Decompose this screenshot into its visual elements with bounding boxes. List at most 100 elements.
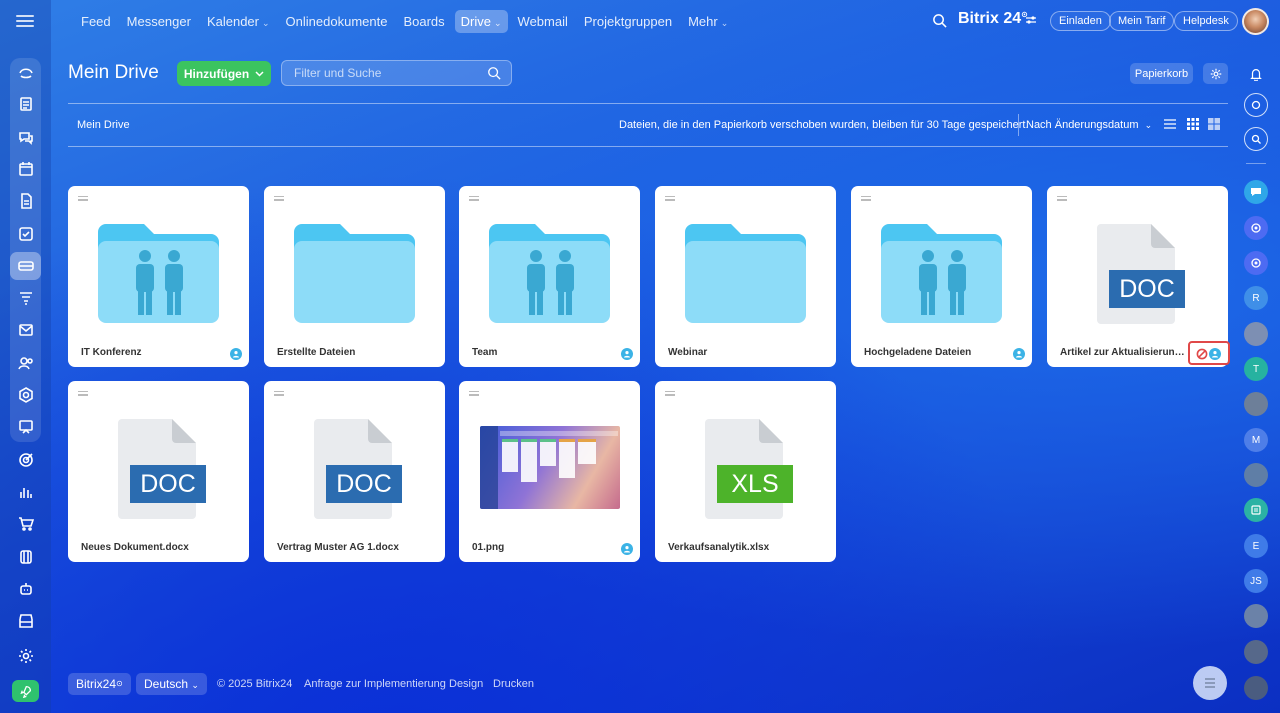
nav-more[interactable]: Mehr ⌄ xyxy=(682,10,734,33)
invite-button[interactable]: Einladen xyxy=(1050,11,1111,31)
chat-bubble-icon[interactable] xyxy=(1244,180,1268,204)
large-tiles-icon[interactable] xyxy=(1207,117,1221,131)
nav-calendar[interactable]: Kalender ⌄ xyxy=(201,10,276,33)
drag-handle-icon[interactable] xyxy=(665,391,675,398)
presentation-icon[interactable] xyxy=(10,413,41,441)
file-card[interactable]: DOC Neues Dokument.docx xyxy=(68,381,249,562)
file-card[interactable]: 01.png xyxy=(459,381,640,562)
folder-icon xyxy=(685,224,806,323)
drag-handle-icon[interactable] xyxy=(78,391,88,398)
robot-icon[interactable] xyxy=(10,575,41,603)
settings-button[interactable] xyxy=(1203,63,1228,84)
chat-icon[interactable] xyxy=(10,123,41,151)
rocket-icon[interactable] xyxy=(12,680,39,702)
drag-handle-icon[interactable] xyxy=(469,196,479,203)
copilot-chat-icon[interactable] xyxy=(1244,216,1268,240)
file-name: Vertrag Muster AG 1.docx xyxy=(277,542,399,553)
shared-folder-icon xyxy=(98,224,219,323)
contacts-icon[interactable] xyxy=(10,349,41,377)
breadcrumb[interactable]: Mein Drive xyxy=(77,119,130,131)
search-icon[interactable] xyxy=(932,13,947,28)
drag-handle-icon[interactable] xyxy=(665,196,675,203)
grid-view-icon[interactable] xyxy=(1186,117,1200,131)
filter-search-input[interactable] xyxy=(281,60,512,86)
funnel-icon[interactable] xyxy=(10,284,41,312)
add-button[interactable]: Hinzufügen xyxy=(177,61,271,86)
file-card[interactable]: Hochgeladene Dateien xyxy=(851,186,1032,367)
nav-feed[interactable]: Feed xyxy=(75,10,117,33)
hexagon-icon[interactable] xyxy=(10,381,41,409)
nav-drive[interactable]: Drive ⌄ xyxy=(454,9,508,33)
nav-messenger[interactable]: Messenger xyxy=(121,10,197,33)
contact-avatar[interactable]: T xyxy=(1244,357,1268,381)
mail-icon[interactable] xyxy=(10,316,41,344)
helpdesk-button[interactable]: Helpdesk xyxy=(1174,11,1238,31)
target-icon[interactable] xyxy=(10,446,41,474)
file-card[interactable]: IT Konferenz xyxy=(68,186,249,367)
file-card[interactable]: DOC Vertrag Muster AG 1.docx xyxy=(264,381,445,562)
footer-link-design[interactable]: Design xyxy=(449,678,483,690)
chevron-down-icon: ⌄ xyxy=(494,17,502,28)
chevron-down-icon: ⌄ xyxy=(1144,120,1153,130)
nav-webmail[interactable]: Webmail xyxy=(512,10,574,33)
file-card[interactable]: Erstellte Dateien xyxy=(264,186,445,367)
document-icon[interactable] xyxy=(10,187,41,215)
activity-stream-icon[interactable] xyxy=(10,59,41,87)
file-card[interactable]: Team xyxy=(459,186,640,367)
trash-button[interactable]: Papierkorb xyxy=(1130,63,1193,84)
list-view-icon[interactable] xyxy=(1163,117,1177,131)
contact-avatar-photo[interactable] xyxy=(1244,640,1268,664)
plan-button[interactable]: Mein Tarif xyxy=(1109,11,1175,31)
user-avatar[interactable] xyxy=(1242,8,1269,35)
calendar-icon[interactable] xyxy=(10,155,41,183)
blocked-icon[interactable] xyxy=(1196,348,1208,360)
chevron-down-icon: ⌄ xyxy=(262,17,270,28)
store-icon[interactable] xyxy=(10,607,41,635)
nav-online-docs[interactable]: Onlinedokumente xyxy=(280,10,394,33)
contact-avatar[interactable]: M xyxy=(1244,428,1268,452)
search-icon[interactable] xyxy=(487,66,501,80)
contact-avatar[interactable]: JS xyxy=(1244,569,1268,593)
contact-avatar-photo[interactable] xyxy=(1244,322,1268,346)
sort-select[interactable]: Nach Änderungsdatum ⌄ xyxy=(1026,119,1152,131)
shared-folder-icon xyxy=(881,224,1002,323)
footer-brand[interactable]: Bitrix24⊙ xyxy=(68,673,131,695)
cart-icon[interactable] xyxy=(10,510,41,538)
shared-user-icon xyxy=(1209,348,1221,360)
contact-avatar-photo[interactable] xyxy=(1244,463,1268,487)
footer-link-print[interactable]: Drucken xyxy=(493,678,534,690)
bell-icon[interactable] xyxy=(1244,62,1268,86)
tasks-icon[interactable] xyxy=(10,220,41,248)
group-chat-icon[interactable] xyxy=(1244,498,1268,522)
contact-avatar-photo[interactable] xyxy=(1244,392,1268,416)
copilot-chat-icon[interactable] xyxy=(1244,251,1268,275)
drag-handle-icon[interactable] xyxy=(469,391,479,398)
file-card[interactable]: XLS Verkaufsanalytik.xlsx xyxy=(655,381,836,562)
toggle-icon[interactable] xyxy=(1025,15,1037,25)
news-icon[interactable] xyxy=(10,90,41,118)
drag-handle-icon[interactable] xyxy=(274,391,284,398)
file-card[interactable]: Webinar xyxy=(655,186,836,367)
menu-icon[interactable] xyxy=(14,12,36,30)
drive-icon[interactable] xyxy=(10,252,41,280)
contact-avatar[interactable]: R xyxy=(1244,286,1268,310)
contact-avatar-photo[interactable] xyxy=(1244,676,1268,700)
nav-workgroups[interactable]: Projektgruppen xyxy=(578,10,678,33)
drag-handle-icon[interactable] xyxy=(1057,196,1067,203)
drag-handle-icon[interactable] xyxy=(861,196,871,203)
contact-avatar[interactable]: E xyxy=(1244,534,1268,558)
chat-widget-button[interactable] xyxy=(1193,666,1227,700)
contact-avatar-photo[interactable] xyxy=(1244,604,1268,628)
drag-handle-icon[interactable] xyxy=(78,196,88,203)
box-icon[interactable] xyxy=(10,543,41,571)
copilot-icon[interactable] xyxy=(1244,93,1268,117)
brand-logo[interactable]: Bitrix 24⊙ xyxy=(958,10,1028,28)
analytics-icon[interactable] xyxy=(10,478,41,506)
language-select[interactable]: Deutsch ⌄ xyxy=(136,673,207,695)
search-chat-icon[interactable] xyxy=(1244,127,1268,151)
nav-boards[interactable]: Boards xyxy=(397,10,450,33)
settings-gear-icon[interactable] xyxy=(10,642,41,670)
file-card[interactable]: DOC Artikel zur Aktualisierung (... xyxy=(1047,186,1230,367)
drag-handle-icon[interactable] xyxy=(274,196,284,203)
footer-link-implementation[interactable]: Anfrage zur Implementierung xyxy=(304,678,446,690)
